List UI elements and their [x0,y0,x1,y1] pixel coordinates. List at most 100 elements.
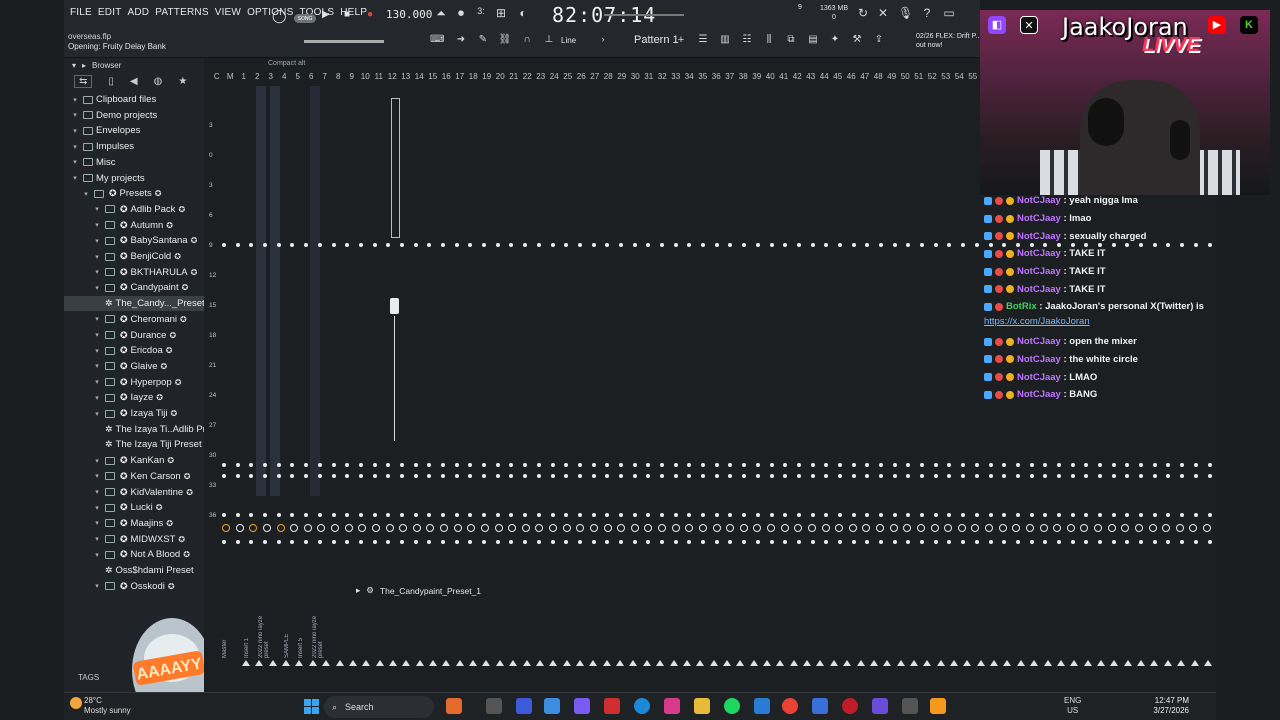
edge-icon[interactable] [634,698,650,714]
record-dot[interactable] [399,540,404,544]
menu-view[interactable]: VIEW [215,7,241,18]
pan-dot[interactable] [249,243,254,247]
route-arrow[interactable] [923,660,932,666]
track-number[interactable]: 21 [507,72,521,81]
volume-knob[interactable] [807,524,816,532]
volume-knob[interactable] [249,524,258,532]
pan-dot[interactable] [837,243,842,247]
stereo-dot[interactable] [605,463,610,467]
star-icon[interactable]: ✪ [167,456,174,465]
stereo-dot[interactable] [783,463,788,467]
magnet-icon[interactable]: ∩ [520,34,534,50]
stereo-dot[interactable] [755,474,760,478]
stereo-dot[interactable] [304,463,309,467]
route-arrow[interactable] [1190,660,1199,666]
browser-item[interactable]: ▾ ✪ BabySantana ✪ [64,233,197,248]
record-button[interactable]: ● [367,6,373,22]
stereo-dot[interactable] [317,474,322,478]
star-icon[interactable]: ✪ [191,268,198,277]
stereo-dot[interactable] [632,463,637,467]
volume-knob[interactable] [1039,524,1048,532]
record-dot[interactable] [222,540,226,544]
mini-dot[interactable] [495,513,500,517]
volume-knob[interactable] [303,524,312,532]
mini-dot[interactable] [618,513,623,517]
stereo-dot[interactable] [263,474,268,478]
browser-item[interactable]: ▾ ✪ KanKan ✪ [64,453,174,468]
route-arrow[interactable] [575,660,584,666]
record-dot[interactable] [317,540,322,544]
stereo-dot[interactable] [1207,474,1212,478]
chevron-right-icon[interactable]: › [596,34,610,50]
stereo-dot[interactable] [276,474,281,478]
browser-item[interactable]: ✲ Oss$hdami Preset [64,563,194,578]
stereo-dot[interactable] [276,463,281,467]
volume-knob[interactable] [712,524,721,532]
star-icon[interactable]: ✪ [178,205,185,214]
volume-knob[interactable] [426,524,435,532]
record-dot[interactable] [1152,540,1157,544]
record-dot[interactable] [358,540,363,544]
record-dot[interactable] [851,540,856,544]
pan-dot[interactable] [263,243,268,247]
selected-preset-label[interactable]: ▸ ⚙ The_Candypaint_Preset_1 [356,585,481,596]
volume-knob[interactable] [862,524,871,532]
stereo-dot[interactable] [290,474,295,478]
route-arrow[interactable] [736,660,745,666]
plugin-db-icon[interactable]: ◍ [154,76,163,87]
record-dot[interactable] [468,540,473,544]
route-arrow[interactable] [1163,660,1172,666]
browser-icon[interactable]: ▤ [806,34,820,50]
master-pitch-slider[interactable] [604,14,684,16]
stereo-dot[interactable] [742,474,747,478]
record-dot[interactable] [701,540,706,544]
track-number[interactable]: 36 [710,72,724,81]
stereo-dot[interactable] [947,463,952,467]
mini-dot[interactable] [1207,513,1212,517]
star-icon[interactable]: ✪ [166,519,173,528]
stereo-dot[interactable] [372,463,377,467]
record-dot[interactable] [824,540,829,544]
track-number[interactable]: 46 [845,72,859,81]
stereo-dot[interactable] [1002,463,1007,467]
mini-dot[interactable] [605,513,610,517]
browser-item[interactable]: ▾ ✪ Lucki ✪ [64,500,162,515]
fx-icon[interactable]: ✦ [828,34,842,50]
track-number[interactable]: 49 [885,72,899,81]
stereo-dot[interactable] [249,463,254,467]
browser-item[interactable]: ✲ The Izaya Ti..Adlib Preset [64,422,224,437]
route-arrow[interactable] [909,660,918,666]
pan-dot[interactable] [399,243,404,247]
route-arrow[interactable] [816,660,825,666]
route-arrow[interactable] [803,660,812,666]
record-dot[interactable] [906,540,911,544]
mini-dot[interactable] [810,513,815,517]
stereo-dot[interactable] [1139,463,1144,467]
star-icon[interactable]: ✪ [169,331,176,340]
track-number[interactable]: 41 [777,72,791,81]
mini-dot[interactable] [687,513,692,517]
record-dot[interactable] [1084,540,1089,544]
stereo-dot[interactable] [536,474,541,478]
route-arrow[interactable] [255,660,264,666]
star-icon[interactable]: ✪ [186,488,193,497]
record-dot[interactable] [577,540,582,544]
close-x-icon[interactable]: ✕ [876,6,890,22]
fl-studio-icon[interactable] [930,698,946,714]
volume-knob[interactable] [903,524,912,532]
tempo-tap-icon[interactable]: ◯ [272,8,287,24]
record-dot[interactable] [687,540,692,544]
stereo-dot[interactable] [1043,474,1048,478]
stereo-dot[interactable] [865,463,870,467]
route-arrow[interactable] [1083,660,1092,666]
record-dot[interactable] [495,540,500,544]
mixer-icon[interactable]: ⫼ [762,34,776,50]
volume-knob[interactable] [671,524,680,532]
volume-knob[interactable] [916,524,925,532]
pan-dot[interactable] [386,243,391,247]
volume-knob[interactable] [644,524,653,532]
mini-dot[interactable] [1084,513,1089,517]
master-volume-slider[interactable] [304,40,384,43]
track-number[interactable]: 20 [494,72,508,81]
volume-knob[interactable] [467,524,476,532]
